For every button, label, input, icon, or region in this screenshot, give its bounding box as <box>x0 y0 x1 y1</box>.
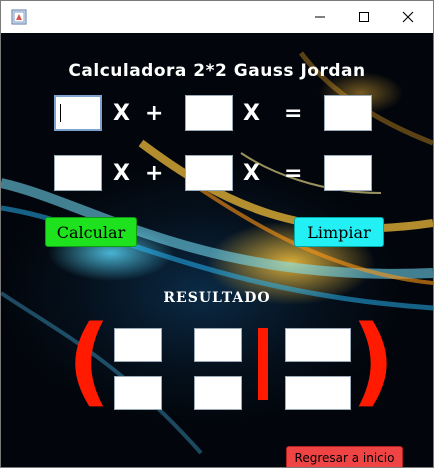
clear-button[interactable]: Limpiar <box>294 217 384 247</box>
result-cell-r2-c2[interactable] <box>194 376 242 410</box>
result-cell-r2-c1[interactable] <box>114 376 162 410</box>
calculator-panel: Calculadora 2*2 Gauss Jordan X + X = X +… <box>1 33 433 467</box>
close-icon <box>402 11 414 23</box>
equation-2-coef-y-input[interactable] <box>185 155 233 191</box>
matrix-right-bracket: ) <box>351 305 395 417</box>
result-cell-r1-c2[interactable] <box>194 328 242 362</box>
result-cell-r1-c3[interactable] <box>285 328 351 362</box>
equals-sign: = <box>284 101 303 126</box>
result-label: RESULTADO <box>163 290 271 306</box>
text-caret <box>60 104 61 122</box>
result-cell-r2-c3[interactable] <box>285 376 351 410</box>
result-cell-r1-c1[interactable] <box>114 328 162 362</box>
close-button[interactable] <box>385 1 431 33</box>
variable-x-label: X <box>113 161 130 186</box>
calculate-button[interactable]: Calcular <box>45 217 137 247</box>
variable-y-label: X <box>243 161 260 186</box>
page-title: Calculadora 2*2 Gauss Jordan <box>68 61 366 81</box>
back-to-start-button[interactable]: Regresar a inicio <box>286 446 403 467</box>
app-window: Calculadora 2*2 Gauss Jordan X + X = X +… <box>0 0 434 468</box>
title-bar[interactable] <box>1 1 433 33</box>
maximize-icon <box>359 12 369 22</box>
equation-1-constant-input[interactable] <box>324 95 372 131</box>
equation-1-coef-y-input[interactable] <box>185 95 233 131</box>
equation-1-coef-x-input[interactable] <box>54 95 102 131</box>
equation-2-constant-input[interactable] <box>324 155 372 191</box>
equation-2-coef-x-input[interactable] <box>54 155 102 191</box>
minimize-icon <box>315 16 325 18</box>
variable-x-label: X <box>113 101 130 126</box>
minimize-button[interactable] <box>297 1 343 33</box>
equals-sign: = <box>284 161 303 186</box>
plus-sign: + <box>145 101 164 126</box>
matrix-left-bracket: ( <box>67 305 111 417</box>
java-app-icon <box>11 9 27 25</box>
variable-y-label: X <box>243 101 260 126</box>
augmented-divider <box>258 328 268 400</box>
plus-sign: + <box>145 161 164 186</box>
maximize-button[interactable] <box>341 1 387 33</box>
